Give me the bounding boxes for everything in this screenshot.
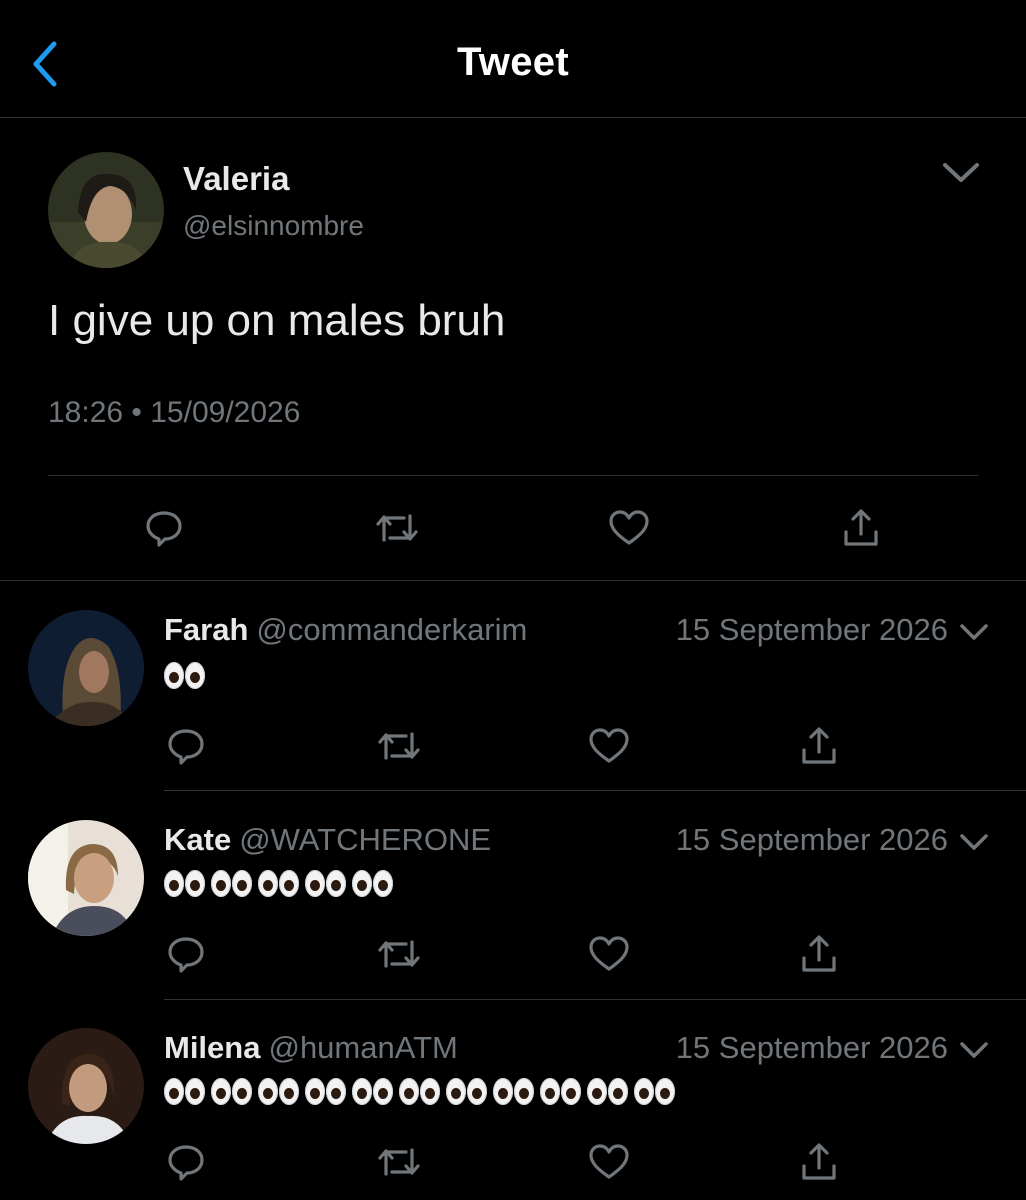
reply-text bbox=[164, 870, 393, 910]
reply-header: Farah @commanderkarim bbox=[164, 612, 527, 648]
reply-author-handle[interactable]: @humanATM bbox=[268, 1030, 457, 1065]
eyes-emoji bbox=[352, 870, 393, 910]
divider bbox=[164, 999, 1026, 1000]
retweet-icon[interactable] bbox=[376, 1144, 422, 1180]
reply-author-handle[interactable]: @WATCHERONE bbox=[239, 822, 491, 857]
retweet-icon[interactable] bbox=[376, 728, 422, 764]
eyes-emoji bbox=[446, 1078, 487, 1118]
reply-icon[interactable] bbox=[166, 726, 206, 766]
reply-icon[interactable] bbox=[166, 934, 206, 974]
reply-date: 15 September 2026 bbox=[675, 612, 948, 647]
reply-icon[interactable] bbox=[144, 508, 184, 548]
reply-header: Kate @WATCHERONE bbox=[164, 822, 491, 858]
eyes-emoji bbox=[305, 1078, 346, 1118]
reply-author-handle[interactable]: @commanderkarim bbox=[256, 612, 527, 647]
reply-author-name[interactable]: Farah bbox=[164, 612, 248, 647]
eyes-emoji bbox=[399, 1078, 440, 1118]
chevron-down-icon[interactable] bbox=[958, 1038, 990, 1062]
eyes-emoji bbox=[258, 1078, 299, 1118]
eyes-emoji bbox=[540, 1078, 581, 1118]
retweet-icon[interactable] bbox=[374, 510, 420, 546]
like-icon[interactable] bbox=[588, 1144, 630, 1180]
chevron-down-icon[interactable] bbox=[958, 620, 990, 644]
avatar[interactable] bbox=[48, 152, 164, 268]
eyes-emoji bbox=[164, 1078, 205, 1118]
eyes-emoji bbox=[211, 1078, 252, 1118]
top-bar: Tweet bbox=[0, 0, 1026, 118]
share-icon[interactable] bbox=[800, 934, 838, 974]
like-icon[interactable] bbox=[588, 936, 630, 972]
eyes-emoji bbox=[211, 870, 252, 910]
reply-header: Milena @humanATM bbox=[164, 1030, 458, 1066]
like-icon[interactable] bbox=[588, 728, 630, 764]
reply-text bbox=[164, 1078, 675, 1118]
retweet-icon[interactable] bbox=[376, 936, 422, 972]
eyes-emoji bbox=[164, 662, 205, 702]
divider bbox=[164, 790, 1026, 791]
share-icon[interactable] bbox=[800, 726, 838, 766]
reply-icon[interactable] bbox=[166, 1142, 206, 1182]
reply-date: 15 September 2026 bbox=[675, 1030, 948, 1065]
divider bbox=[0, 580, 1026, 581]
like-icon[interactable] bbox=[608, 510, 650, 546]
divider bbox=[48, 475, 978, 476]
tweet-text: I give up on males bruh bbox=[48, 296, 506, 345]
avatar[interactable] bbox=[28, 1028, 144, 1144]
page-title: Tweet bbox=[457, 40, 569, 84]
eyes-emoji bbox=[305, 870, 346, 910]
chevron-down-icon[interactable] bbox=[940, 158, 982, 188]
share-icon[interactable] bbox=[800, 1142, 838, 1182]
eyes-emoji bbox=[258, 870, 299, 910]
eyes-emoji bbox=[352, 1078, 393, 1118]
chevron-down-icon[interactable] bbox=[958, 830, 990, 854]
avatar[interactable] bbox=[28, 610, 144, 726]
eyes-emoji bbox=[493, 1078, 534, 1118]
avatar[interactable] bbox=[28, 820, 144, 936]
eyes-emoji bbox=[587, 1078, 628, 1118]
author-handle[interactable]: @elsinnombre bbox=[183, 210, 364, 242]
reply-author-name[interactable]: Kate bbox=[164, 822, 231, 857]
eyes-emoji bbox=[164, 870, 205, 910]
share-icon[interactable] bbox=[842, 508, 880, 548]
author-name[interactable]: Valeria bbox=[183, 160, 289, 198]
reply-text bbox=[164, 662, 205, 702]
eyes-emoji bbox=[634, 1078, 675, 1118]
tweet-timestamp[interactable]: 18:26 • 15/09/2026 bbox=[48, 396, 300, 430]
reply-author-name[interactable]: Milena bbox=[164, 1030, 260, 1065]
reply-date: 15 September 2026 bbox=[675, 822, 948, 857]
